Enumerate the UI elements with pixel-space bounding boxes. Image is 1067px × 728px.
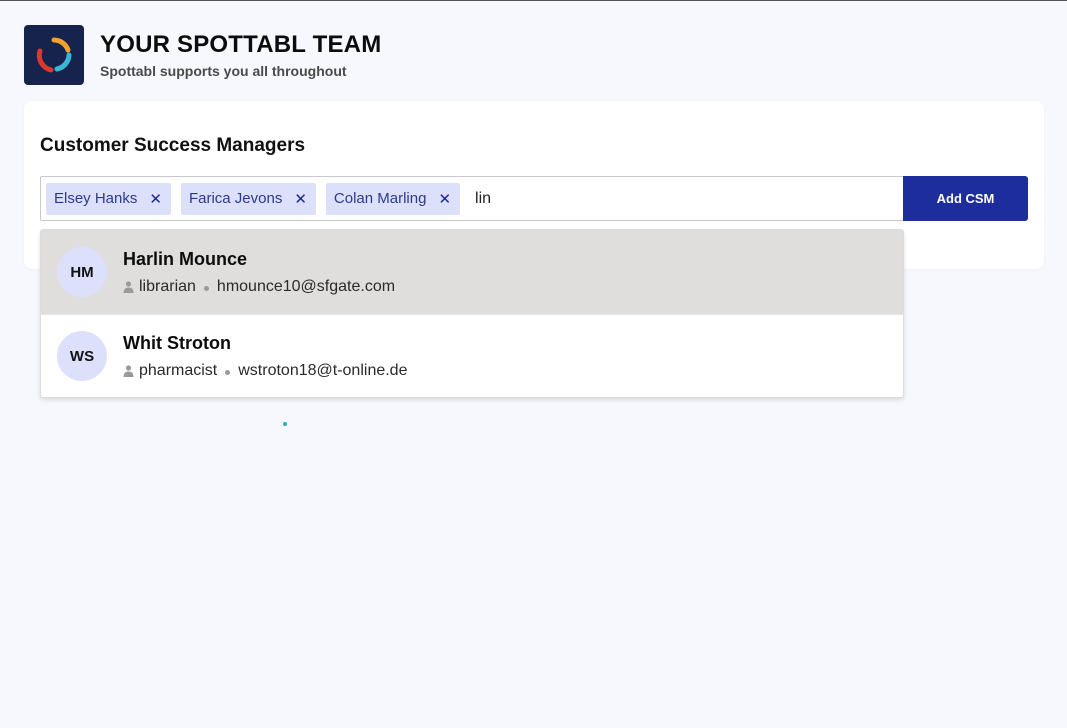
separator-dot bbox=[203, 286, 209, 291]
person-icon bbox=[123, 280, 134, 293]
page-header: YOUR SPOTTABL TEAM Spottabl supports you… bbox=[24, 25, 381, 85]
separator-dot bbox=[225, 370, 231, 375]
remove-chip-icon[interactable]: ✕ bbox=[438, 190, 451, 208]
option-role: pharmacist bbox=[139, 361, 218, 379]
page-subtitle: Spottabl supports you all throughout bbox=[100, 63, 347, 79]
suggestion-dropdown: HM Harlin Mounce librarian hmounce10@sfg… bbox=[40, 229, 904, 398]
page-title: YOUR SPOTTABL TEAM bbox=[100, 31, 382, 58]
suggestion-option[interactable]: HM Harlin Mounce librarian hmounce10@sfg… bbox=[41, 230, 903, 315]
chip-label: Colan Marling bbox=[333, 190, 427, 207]
option-name: Harlin Mounce bbox=[123, 248, 248, 269]
option-email: wstroton18@t-online.de bbox=[238, 361, 408, 379]
option-text: Harlin Mounce librarian hmounce10@sfgate… bbox=[123, 249, 395, 296]
option-email: hmounce10@sfgate.com bbox=[216, 277, 396, 295]
option-text: Whit Stroton pharmacist wstroton18@t-onl… bbox=[123, 333, 407, 380]
suggestion-option[interactable]: WS Whit Stroton pharmacist wstroton18@t-… bbox=[41, 315, 903, 397]
option-meta: pharmacist wstroton18@t-online.de bbox=[123, 362, 407, 380]
remove-chip-icon[interactable]: ✕ bbox=[149, 190, 162, 208]
selected-chip: Farica Jevons ✕ bbox=[180, 182, 316, 215]
person-icon bbox=[123, 364, 134, 377]
spottabl-logo bbox=[24, 25, 84, 85]
csm-search-input[interactable] bbox=[473, 188, 858, 209]
selected-chip: Colan Marling ✕ bbox=[325, 182, 461, 215]
csm-multiselect[interactable]: Elsey Hanks ✕ Farica Jevons ✕ Colan Marl… bbox=[40, 176, 908, 221]
title-block: YOUR SPOTTABL TEAM Spottabl supports you… bbox=[100, 31, 381, 79]
chip-label: Elsey Hanks bbox=[54, 190, 138, 207]
section-title: Customer Success Managers bbox=[40, 135, 306, 156]
option-meta: librarian hmounce10@sfgate.com bbox=[123, 278, 395, 296]
avatar: HM bbox=[57, 247, 107, 297]
selected-chip: Elsey Hanks ✕ bbox=[46, 182, 171, 215]
avatar: WS bbox=[57, 331, 107, 381]
spottabl-ring-logo-icon bbox=[36, 37, 72, 73]
top-border bbox=[0, 0, 1067, 1]
remove-chip-icon[interactable]: ✕ bbox=[294, 190, 307, 208]
loading-dot bbox=[283, 422, 287, 426]
chip-label: Farica Jevons bbox=[188, 190, 283, 207]
option-name: Whit Stroton bbox=[123, 332, 231, 353]
add-csm-button[interactable]: Add CSM bbox=[903, 176, 1028, 221]
option-role: librarian bbox=[139, 277, 196, 295]
